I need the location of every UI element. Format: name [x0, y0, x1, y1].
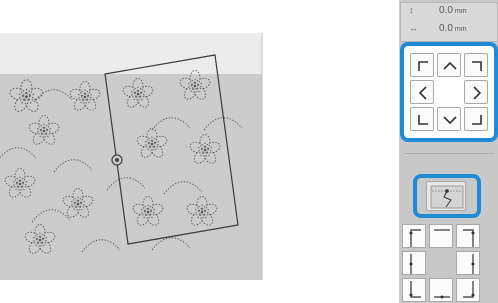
start-bottom-right-icon — [463, 281, 475, 298]
start-point-button[interactable] — [426, 181, 466, 211]
vertical-arrow-icon: ↕ — [409, 5, 414, 15]
start-top-center-icon — [434, 229, 450, 231]
height-value: 0.0 — [439, 5, 453, 16]
start-top-right-icon — [463, 229, 475, 247]
height-readout: ↕ 0.0 mm — [409, 5, 467, 16]
arrow-right-icon — [473, 86, 482, 100]
width-value: 0.0 — [439, 23, 453, 34]
start-bottom-left-icon — [409, 281, 421, 298]
move-down-button[interactable] — [437, 107, 461, 131]
width-readout: ↔ 0.0 mm — [409, 23, 467, 34]
corner-bottom-left-icon — [418, 115, 428, 125]
panel-divider — [404, 153, 494, 154]
start-position-top-center-button[interactable] — [429, 224, 453, 248]
start-middle-left-icon — [409, 254, 413, 274]
move-bottom-left-button[interactable] — [410, 107, 434, 131]
start-position-bottom-left-button[interactable] — [402, 278, 426, 302]
corner-bottom-right-icon — [472, 115, 482, 125]
start-middle-right-icon — [471, 254, 475, 274]
move-up-button[interactable] — [437, 53, 461, 77]
start-position-bottom-right-button[interactable] — [456, 278, 480, 302]
start-position-top-left-button[interactable] — [402, 224, 426, 248]
embroidery-preview — [0, 33, 263, 280]
move-top-left-button[interactable] — [410, 53, 434, 77]
arrow-down-icon — [443, 116, 457, 125]
start-point-stitch-icon — [430, 185, 464, 209]
arrow-left-icon — [418, 86, 427, 100]
start-position-top-right-button[interactable] — [456, 224, 480, 248]
start-point-marker — [111, 154, 123, 166]
corner-top-left-icon — [418, 61, 428, 71]
start-position-bottom-center-button[interactable] — [429, 278, 453, 302]
start-position-middle-left-button[interactable] — [402, 251, 426, 275]
move-top-right-button[interactable] — [464, 53, 488, 77]
move-bottom-right-button[interactable] — [464, 107, 488, 131]
start-position-middle-right-button[interactable] — [456, 251, 480, 275]
horizontal-arrow-icon: ↔ — [409, 23, 418, 33]
height-unit: mm — [454, 8, 467, 15]
start-top-left-icon — [409, 229, 421, 247]
start-bottom-center-icon — [434, 295, 450, 299]
size-readout: ↕ 0.0 mm ↔ 0.0 mm — [400, 2, 498, 42]
arrow-up-icon — [443, 61, 457, 70]
move-left-button[interactable] — [410, 80, 434, 104]
width-unit: mm — [454, 26, 467, 33]
corner-top-right-icon — [472, 61, 482, 71]
move-right-button[interactable] — [464, 80, 488, 104]
